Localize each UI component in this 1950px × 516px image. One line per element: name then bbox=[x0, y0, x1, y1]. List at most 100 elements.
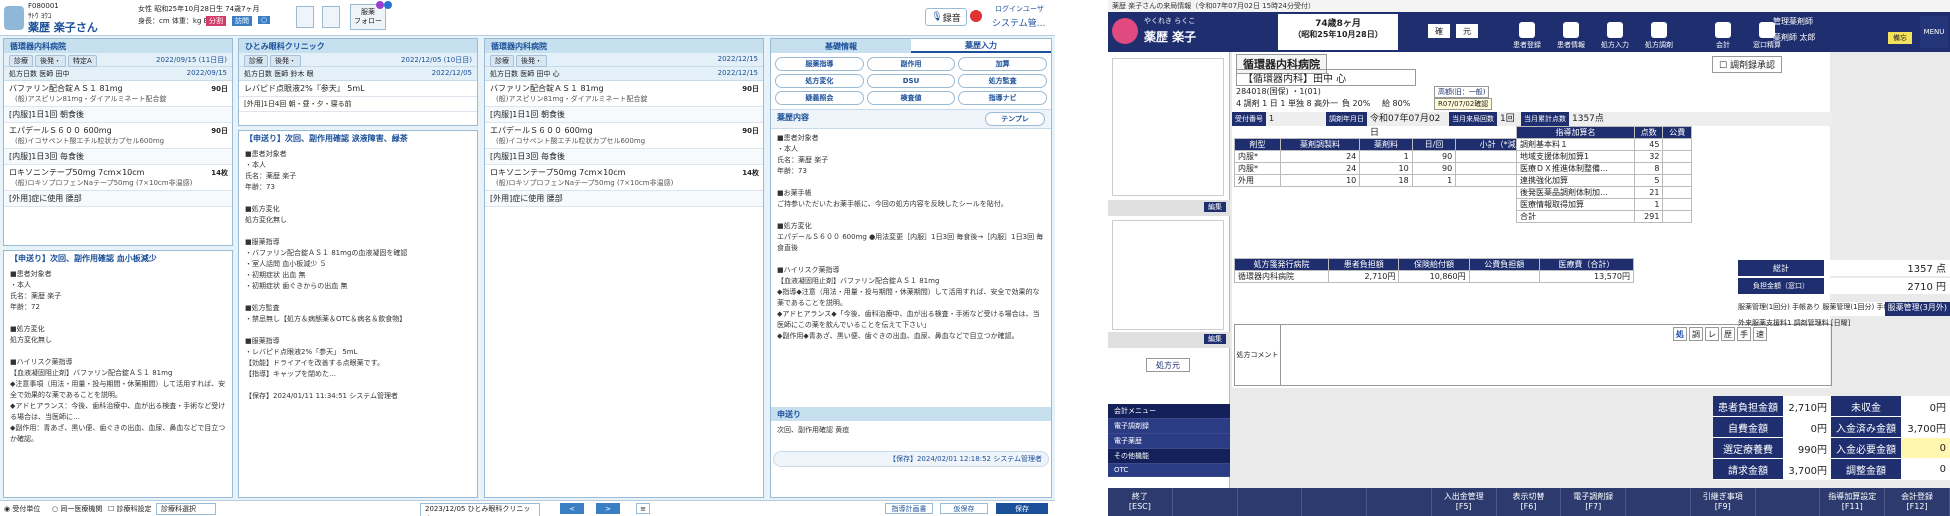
drug-usage: [内服]1日1回 朝食後 bbox=[4, 107, 232, 123]
document-button[interactable] bbox=[296, 6, 314, 28]
drug-item[interactable]: エパデールＳ６００ 600mg (般)イコサペント酸エチル粒状カプセル600mg 9… bbox=[485, 123, 763, 149]
toolbar-button[interactable]: 患者情報 bbox=[1550, 14, 1592, 50]
function-key[interactable]: 入出金管理 [F5] bbox=[1431, 488, 1497, 516]
drug-usage: [内服]1日3回 毎食後 bbox=[485, 149, 763, 165]
column-header: 保険給付額 bbox=[1398, 258, 1470, 271]
approve-checkbox[interactable]: ☐ 調剤録承認 bbox=[1712, 56, 1782, 73]
memo-body[interactable]: ■患者対象者 ・本人 氏名：薬歴 楽子 年齢：73 ■処方変化 処方変化無し ■… bbox=[239, 145, 477, 406]
guidance-plan-button[interactable]: 指導計画書 bbox=[885, 503, 933, 514]
entry-button[interactable]: 指導ナビ bbox=[958, 91, 1047, 105]
side-menu-item[interactable]: その他機能 bbox=[1108, 449, 1230, 464]
print-button[interactable] bbox=[322, 6, 340, 28]
table-row[interactable]: 後発医薬品調剤体制加… 21 bbox=[1516, 186, 1692, 199]
comment-button[interactable]: レ bbox=[1705, 327, 1719, 341]
prev-button[interactable]: < bbox=[560, 503, 584, 514]
radio-reception[interactable]: ◉ 受付単位 bbox=[4, 504, 40, 514]
confirm-button[interactable]: 確 bbox=[1428, 24, 1450, 38]
function-key[interactable]: 引継ぎ事項 [F9] bbox=[1690, 488, 1756, 516]
side-panel: 編集 編集 処方元 会計メニュー 電子調剤録 電子薬歴 その他機能 OTC bbox=[1108, 52, 1230, 488]
tag-circle[interactable]: ○ bbox=[258, 16, 271, 24]
drug-item[interactable]: バファリン配合錠ＡＳ１ 81mg (般)アスピリン81mg・ダイアルミネート配合錠… bbox=[485, 81, 763, 107]
drug-item[interactable]: ロキソニンテープ50mg 7cm×10cm (般)ロキソプロフェンNaテープ50m… bbox=[4, 165, 232, 191]
temp-save-button[interactable]: 仮保存 bbox=[940, 503, 988, 514]
handover-body[interactable]: 次回、副作用確認 黄疸 bbox=[771, 421, 1051, 449]
sum-row: 入金必要金額 0 bbox=[1831, 438, 1950, 459]
tab-basic-info[interactable]: 基礎情報 bbox=[771, 39, 911, 53]
side-menu-item[interactable]: OTC bbox=[1108, 464, 1230, 477]
comment-button[interactable]: 調 bbox=[1689, 327, 1703, 341]
toolbar-button[interactable]: 処方入力 bbox=[1594, 14, 1636, 50]
function-key[interactable] bbox=[1755, 488, 1821, 516]
note-box bbox=[1112, 220, 1224, 330]
comment-button[interactable]: 処 bbox=[1673, 327, 1687, 341]
dept-select[interactable]: 診療科選択 bbox=[156, 503, 216, 515]
login-user[interactable]: システム管... bbox=[992, 16, 1045, 29]
login-label: ログインユーザ bbox=[995, 5, 1044, 13]
table-row[interactable]: 連携強化加算 5 bbox=[1516, 174, 1692, 187]
avatar bbox=[4, 6, 24, 30]
table-row[interactable]: 合計 291 bbox=[1516, 210, 1692, 223]
side-menu-item[interactable]: 会計メニュー bbox=[1108, 404, 1230, 419]
memo-body[interactable]: ■患者対象者 ・本人 氏名：薬歴 楽子 年齢：72 ■処方変化 処方変化無し ■… bbox=[4, 265, 232, 449]
function-key[interactable]: 終了 [ESC] bbox=[1108, 488, 1173, 516]
function-key[interactable] bbox=[1237, 488, 1303, 516]
check-dept[interactable]: ☐ 診療科設定 bbox=[108, 504, 152, 514]
toolbar-button[interactable]: 会計 bbox=[1702, 14, 1744, 50]
table-row[interactable]: 循環器内科病院 2,710円 10,860円 13,570円 bbox=[1233, 270, 1635, 283]
table-row[interactable]: 医療ＤＸ推進体制整備… 8 bbox=[1516, 162, 1692, 175]
tab-history-entry[interactable]: 薬歴入力 bbox=[911, 39, 1051, 53]
function-key[interactable] bbox=[1626, 488, 1691, 516]
sum-row: 未収金 0円 bbox=[1831, 396, 1950, 417]
save-button[interactable]: 保存 bbox=[996, 503, 1048, 514]
insurance-line-2: 4 調剤 1 日 1 単独 8 高外一 bbox=[1236, 99, 1339, 108]
drug-item[interactable]: バファリン配合錠ＡＳ１ 81mg (般)アスピリン81mg・ダイアルミネート配合錠… bbox=[4, 81, 232, 107]
edit-button-2[interactable]: 編集 bbox=[1204, 334, 1226, 344]
prescriber-button[interactable]: 処方元 bbox=[1146, 358, 1190, 372]
function-key[interactable] bbox=[1172, 488, 1238, 516]
tag-visit[interactable]: 訪問 bbox=[232, 16, 252, 26]
history-body[interactable]: ■患者対象者 ・本人 氏名：薬歴 楽子 年齢：73 ■お薬手帳 ご持参いただいた… bbox=[771, 129, 1051, 407]
table-row[interactable]: 調剤基本料１ 45 bbox=[1516, 138, 1692, 151]
function-key[interactable] bbox=[1367, 488, 1432, 516]
entry-button[interactable]: 服薬指導 bbox=[775, 57, 864, 71]
entry-button[interactable]: DSU bbox=[866, 74, 956, 88]
menu-button[interactable]: MENU bbox=[1920, 16, 1948, 48]
toolbar-button[interactable]: 患者登録 bbox=[1506, 14, 1548, 50]
history-select[interactable]: 2023/12/05 ひとみ眼科クリニック bbox=[420, 503, 540, 516]
side-menu-item[interactable]: 電子薬歴 bbox=[1108, 434, 1230, 449]
side-menu-item[interactable]: 電子調剤録 bbox=[1108, 419, 1230, 434]
entry-button[interactable]: 処方変化 bbox=[775, 74, 864, 88]
function-key[interactable]: 会計登録 [F12] bbox=[1885, 488, 1950, 516]
list-button[interactable]: ≡ bbox=[636, 503, 650, 514]
toolbar-button[interactable]: 処方調剤 bbox=[1638, 14, 1680, 50]
record-button[interactable]: 🎙 録音 bbox=[925, 8, 967, 26]
original-button[interactable]: 元 bbox=[1456, 24, 1478, 38]
radio-same-clinic[interactable]: ○ 同一医療機関 bbox=[52, 504, 102, 514]
table-cell: 21 bbox=[1633, 186, 1664, 199]
table-cell bbox=[1662, 174, 1692, 187]
entry-button[interactable]: 処方監査 bbox=[958, 74, 1047, 88]
function-key[interactable] bbox=[1302, 488, 1368, 516]
management-badge[interactable]: 服薬管理(3月外) bbox=[1884, 302, 1950, 316]
edit-button-1[interactable]: 編集 bbox=[1204, 202, 1226, 212]
drug-item[interactable]: ロキソニンテープ50mg 7cm×10cm (般)ロキソプロフェンNaテープ50m… bbox=[485, 165, 763, 191]
drug-item[interactable]: レバピド点眼液2%『参天』 5mL bbox=[239, 81, 477, 97]
entry-button[interactable]: 検査値 bbox=[866, 91, 956, 105]
function-key[interactable]: 電子調剤録 [F7] bbox=[1561, 488, 1627, 516]
entry-button[interactable]: 疑義照会 bbox=[775, 91, 864, 105]
entry-button[interactable]: 加算 bbox=[958, 57, 1047, 71]
function-key[interactable]: 表示切替 [F6] bbox=[1496, 488, 1562, 516]
entry-button[interactable]: 副作用 bbox=[866, 57, 956, 71]
template-button[interactable]: テンプレ bbox=[985, 112, 1045, 126]
next-button[interactable]: > bbox=[596, 503, 620, 514]
table-cell bbox=[1662, 186, 1692, 199]
comment-button[interactable]: 歴 bbox=[1721, 327, 1735, 341]
drug-usage: [外用]症に使用 腰部 bbox=[485, 191, 763, 207]
table-row[interactable]: 医療情報取得加算 1 bbox=[1516, 198, 1692, 211]
table-row[interactable]: 地域支援体制加算1 32 bbox=[1516, 150, 1692, 163]
tag-split[interactable]: 分割 bbox=[206, 16, 226, 26]
column-header: 剤型 bbox=[1234, 138, 1281, 151]
memo-button[interactable]: 備忘 bbox=[1888, 32, 1912, 44]
drug-item[interactable]: エパデールＳ６００ 600mg (般)イコサペント酸エチル粒状カプセル600mg 9… bbox=[4, 123, 232, 149]
function-key[interactable]: 指導加算設定 [F11] bbox=[1820, 488, 1886, 516]
